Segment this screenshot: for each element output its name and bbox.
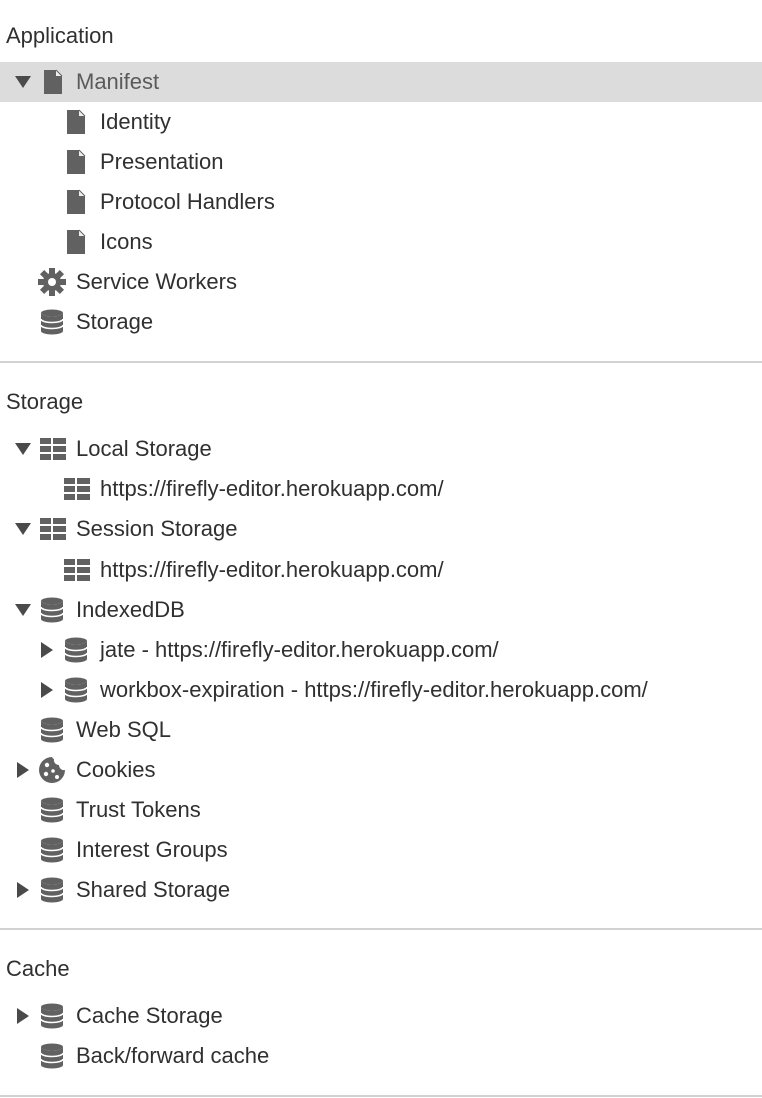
section-header-cache: Cache [6, 956, 70, 981]
tree-item-label: Manifest [76, 69, 160, 94]
database-icon [40, 302, 64, 342]
database-icon [40, 996, 64, 1036]
expand-arrow-down-icon[interactable] [15, 429, 31, 469]
tree-item-icons[interactable]: Icons [0, 222, 762, 262]
file-icon [65, 142, 87, 182]
tree-item-label: Trust Tokens [76, 797, 201, 822]
expand-arrow-down-icon[interactable] [15, 590, 31, 630]
expand-arrow-right-icon[interactable] [17, 870, 29, 910]
file-icon [65, 222, 87, 262]
database-icon [40, 590, 64, 630]
tree-item-cache-storage[interactable]: Cache Storage [0, 996, 762, 1036]
table-icon [40, 429, 66, 469]
database-icon [40, 870, 64, 910]
tree-item-local-storage-origin[interactable]: https://firefly-editor.herokuapp.com/ [0, 469, 762, 509]
expand-arrow-down-icon[interactable] [15, 62, 31, 102]
tree-item-label: Storage [76, 309, 154, 334]
tree-item-label: https://firefly-editor.herokuapp.com/ [100, 476, 444, 501]
tree-item-manifest[interactable]: Manifest [0, 62, 762, 102]
tree-item-storage-overview[interactable]: Storage [0, 302, 762, 342]
tree-item-label: Web SQL [76, 717, 171, 742]
tree-item-protocol-handlers[interactable]: Protocol Handlers [0, 182, 762, 222]
expand-arrow-right-icon[interactable] [17, 750, 29, 790]
tree-item-label: Back/forward cache [76, 1043, 270, 1068]
database-icon [40, 790, 64, 830]
tree-item-db-workbox-expiration[interactable]: workbox-expiration - https://firefly-edi… [0, 670, 762, 710]
file-icon [65, 182, 87, 222]
database-icon [64, 670, 88, 710]
table-icon [40, 509, 66, 549]
tree-item-local-storage[interactable]: Local Storage [0, 429, 762, 469]
expand-arrow-right-icon[interactable] [41, 630, 53, 670]
tree-item-label: Interest Groups [76, 837, 228, 862]
section-header-application: Application [6, 23, 114, 48]
tree-item-label: Identity [100, 109, 171, 134]
tree-item-session-storage[interactable]: Session Storage [0, 509, 762, 549]
section-divider [0, 928, 762, 930]
tree-item-label: Protocol Handlers [100, 189, 275, 214]
tree-item-label: Cache Storage [76, 1003, 223, 1028]
section-divider [0, 361, 762, 363]
table-icon [64, 469, 90, 509]
expand-arrow-right-icon[interactable] [41, 670, 53, 710]
tree-item-trust-tokens[interactable]: Trust Tokens [0, 790, 762, 830]
tree-item-label: Cookies [76, 757, 156, 782]
database-icon [64, 630, 88, 670]
cookie-icon [38, 750, 66, 790]
tree-item-label: Shared Storage [76, 877, 231, 902]
tree-item-identity[interactable]: Identity [0, 102, 762, 142]
tree-item-label: Local Storage [76, 436, 212, 461]
tree-item-shared-storage[interactable]: Shared Storage [0, 870, 762, 910]
tree-item-label: jate - https://firefly-editor.herokuapp.… [100, 637, 499, 662]
tree-item-label: https://firefly-editor.herokuapp.com/ [100, 557, 444, 582]
gear-icon [38, 262, 66, 302]
tree-item-service-workers[interactable]: Service Workers [0, 262, 762, 302]
tree-item-interest-groups[interactable]: Interest Groups [0, 830, 762, 870]
table-icon [64, 550, 90, 590]
tree-item-session-storage-origin[interactable]: https://firefly-editor.herokuapp.com/ [0, 550, 762, 590]
database-icon [40, 830, 64, 870]
tree-item-label: Presentation [100, 149, 224, 174]
section-divider [0, 1095, 762, 1097]
tree-item-label: Icons [100, 229, 153, 254]
section-header-storage: Storage [6, 389, 84, 414]
file-icon [65, 102, 87, 142]
file-icon [42, 62, 64, 102]
tree-item-back-forward-cache[interactable]: Back/forward cache [0, 1036, 762, 1076]
tree-item-label: Session Storage [76, 516, 238, 541]
tree-item-cookies[interactable]: Cookies [0, 750, 762, 790]
tree-item-label: Service Workers [76, 269, 237, 294]
database-icon [40, 1036, 64, 1076]
tree-item-db-jate[interactable]: jate - https://firefly-editor.herokuapp.… [0, 630, 762, 670]
tree-item-label: IndexedDB [76, 597, 185, 622]
expand-arrow-right-icon[interactable] [17, 996, 29, 1036]
expand-arrow-down-icon[interactable] [15, 509, 31, 549]
tree-item-label: workbox-expiration - https://firefly-edi… [100, 677, 648, 702]
database-icon [40, 710, 64, 750]
tree-item-indexeddb[interactable]: IndexedDB [0, 590, 762, 630]
tree-item-web-sql[interactable]: Web SQL [0, 710, 762, 750]
tree-item-presentation[interactable]: Presentation [0, 142, 762, 182]
